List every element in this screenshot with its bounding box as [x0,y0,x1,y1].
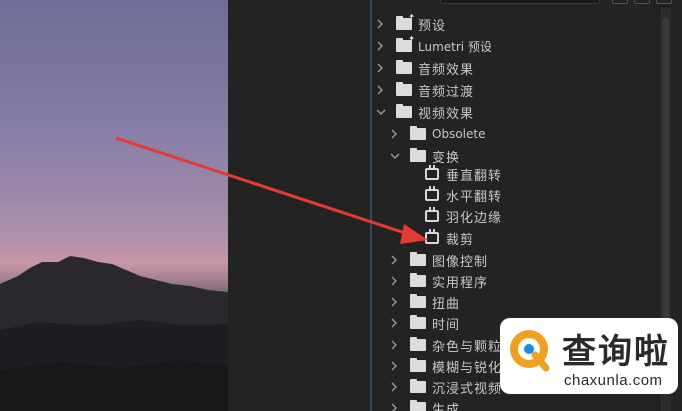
chevron-right-icon[interactable] [376,63,388,73]
watermark-logo-icon [510,330,550,372]
tree-item-audio-effects[interactable]: 音频效果 [376,57,474,79]
tree-item-label: 杂色与颗粒 [432,339,503,355]
tree-item-label: 预设 [418,18,447,34]
tree-item-feather-edges[interactable]: 羽化边缘 [425,205,502,227]
tree-item-label: 生成 [432,402,461,411]
tree-item-noise-grain[interactable]: 杂色与颗粒 [390,334,502,356]
tree-item-lumetri-presets[interactable]: Lumetri 预设 [376,34,492,57]
tree-item-label: 视频效果 [418,106,475,122]
effects-search-input[interactable] [440,0,600,4]
effect-icon [425,186,439,201]
folder-icon [410,294,426,308]
folder-icon [410,337,426,351]
tree-item-label: 时间 [432,317,461,333]
tree-item-label: Obsolete [432,127,486,141]
effect-icon [425,165,439,180]
folder-icon [410,315,426,329]
tree-item-label: Lumetri 预设 [418,39,492,54]
chevron-down-icon[interactable] [376,108,388,116]
tree-item-immersive-video[interactable]: 沉浸式视频 [390,376,502,398]
watermark-title: 查询啦 [562,332,670,372]
chevron-right-icon[interactable] [390,340,402,350]
tree-item-label: 沉浸式视频 [432,381,503,397]
chevron-right-icon[interactable] [390,297,402,307]
chevron-right-icon[interactable] [376,85,388,95]
tree-item-time[interactable]: 时间 [390,312,460,334]
folder-icon [396,82,412,96]
chevron-right-icon[interactable] [376,19,388,29]
tree-item-crop[interactable]: 裁剪 [425,227,474,249]
chevron-right-icon[interactable] [376,41,388,51]
tree-item-label: 实用程序 [432,275,489,291]
tree-item-audio-transitions[interactable]: 音频过渡 [376,79,474,101]
tree-item-label: 音频过渡 [418,84,475,100]
folder-icon [410,252,426,266]
watermark: 查询啦 chaxunla.com [500,318,678,394]
tree-item-generate[interactable]: 生成 [390,397,460,411]
new-custom-bin-button[interactable] [612,0,628,4]
chevron-right-icon[interactable] [390,276,402,286]
chevron-right-icon[interactable] [390,403,402,411]
folder-icon [410,400,426,411]
tree-item-label: 音频效果 [418,62,475,78]
tree-item-image-control[interactable]: 图像控制 [390,249,488,271]
folder-icon [396,60,412,74]
chevron-right-icon[interactable] [390,129,402,139]
folder-icon [410,379,426,393]
tree-item-presets[interactable]: 预设 [376,12,447,35]
tree-item-label: 图像控制 [432,254,489,270]
delete-button[interactable] [656,0,672,4]
folder-icon [410,358,426,372]
folder-icon [410,148,426,162]
tree-item-label: 模糊与锐化 [432,360,503,376]
folder-icon [410,273,426,287]
chevron-down-icon[interactable] [390,152,402,160]
preset-folder-icon [396,12,415,30]
tree-item-label: 水平翻转 [446,189,503,205]
program-monitor-preview [0,0,228,411]
panel-gutter [228,0,370,411]
tree-item-video-effects[interactable]: 视频效果 [376,101,474,123]
mountain-silhouette [0,256,228,411]
chevron-right-icon[interactable] [390,318,402,328]
preset-folder-icon [396,34,415,52]
chevron-right-icon[interactable] [390,361,402,371]
tree-item-utility[interactable]: 实用程序 [390,270,488,292]
effect-icon [425,207,439,222]
tree-item-blur-sharpen[interactable]: 模糊与锐化 [390,355,502,377]
tree-item-label: 裁剪 [446,232,475,248]
chevron-right-icon[interactable] [390,255,402,265]
watermark-url: chaxunla.com [564,372,663,389]
chevron-right-icon[interactable] [390,382,402,392]
new-preset-bin-button[interactable] [634,0,650,4]
tree-item-label: 羽化边缘 [446,210,503,226]
tree-item-label: 垂直翻转 [446,168,503,184]
tree-item-distort[interactable]: 扭曲 [390,291,460,313]
effect-icon [425,229,439,244]
tree-item-obsolete[interactable]: Obsolete [390,123,485,145]
tree-item-horizontal-flip[interactable]: 水平翻转 [425,184,502,206]
folder-icon [396,104,412,118]
folder-icon [410,126,426,140]
tree-item-label: 扭曲 [432,296,461,312]
tree-item-vertical-flip[interactable]: 垂直翻转 [425,163,502,185]
